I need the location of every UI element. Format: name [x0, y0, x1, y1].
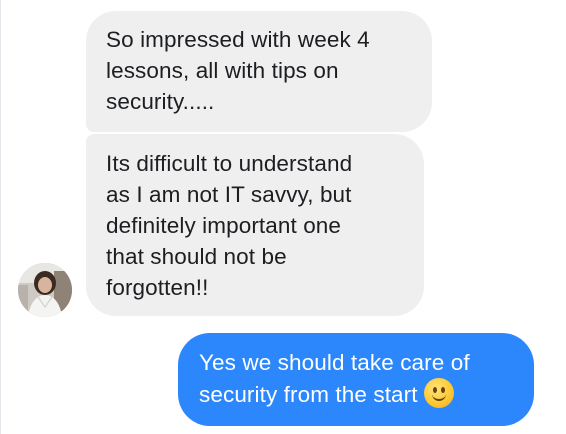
- thread-divider: [0, 0, 1, 434]
- incoming-message-bubble[interactable]: Its difficult to understand as I am not …: [86, 134, 424, 316]
- outgoing-message-bubble[interactable]: Yes we should take care of security from…: [178, 333, 534, 426]
- emoji-mouth: [431, 391, 446, 401]
- avatar-photo: [18, 263, 72, 317]
- slightly-smiling-face-icon: [423, 378, 454, 408]
- incoming-message-bubble[interactable]: So impressed with week 4 lessons, all wi…: [86, 11, 432, 132]
- sender-avatar[interactable]: [18, 263, 72, 317]
